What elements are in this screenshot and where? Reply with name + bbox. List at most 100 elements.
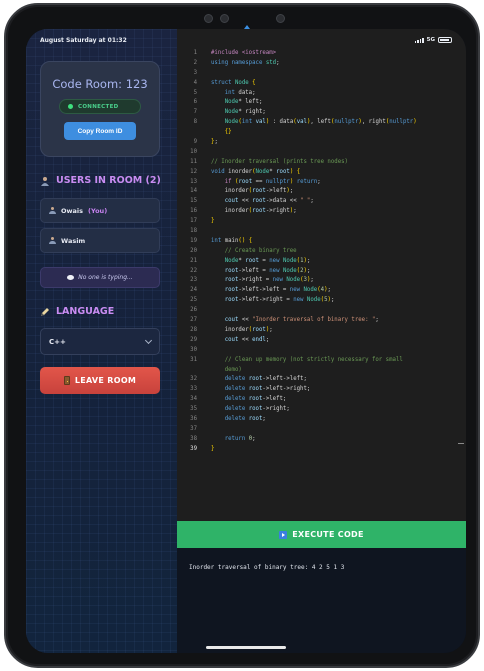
- code-line-text[interactable]: struct Node {: [197, 79, 256, 89]
- code-line[interactable]: 32 delete root->left->left;: [177, 375, 466, 385]
- code-line[interactable]: demo): [177, 366, 466, 376]
- code-line-text[interactable]: using namespace std;: [197, 59, 280, 69]
- code-line-text[interactable]: [197, 306, 211, 316]
- code-line[interactable]: 39}: [177, 445, 466, 455]
- play-icon: [279, 530, 288, 539]
- sensor-icon: [276, 14, 285, 23]
- door-icon: [63, 376, 70, 385]
- code-line-text[interactable]: [197, 425, 211, 435]
- code-line-text[interactable]: [197, 227, 211, 237]
- code-line-text[interactable]: demo): [197, 366, 242, 376]
- code-line[interactable]: 16 inorder(root->right);: [177, 207, 466, 217]
- code-line-text[interactable]: }: [197, 217, 214, 227]
- line-number: 12: [190, 168, 197, 175]
- code-line[interactable]: 12 void inorder(Node* root) {: [177, 168, 466, 178]
- code-line-text[interactable]: delete root->left->right;: [197, 385, 311, 395]
- code-line[interactable]: 23 root->right = new Node(3);: [177, 276, 466, 286]
- code-line-text[interactable]: cout << "Inorder traversal of binary tre…: [197, 316, 379, 326]
- copy-room-id-button[interactable]: Copy Room ID: [64, 122, 136, 140]
- code-line[interactable]: 9};: [177, 138, 466, 148]
- code-line[interactable]: 20 // Create binary tree: [177, 247, 466, 257]
- code-line-text[interactable]: // Create binary tree: [197, 247, 297, 257]
- code-line-text[interactable]: // Inorder traversal (prints tree nodes): [197, 158, 348, 168]
- code-line[interactable]: 34 delete root->left;: [177, 395, 466, 405]
- code-line-text[interactable]: int data;: [197, 89, 256, 99]
- code-line-text[interactable]: inorder(root->left);: [197, 187, 294, 197]
- camera-icon: [220, 14, 229, 23]
- code-line[interactable]: 38 return 0;: [177, 435, 466, 445]
- signal-icon: [414, 37, 424, 43]
- code-line[interactable]: 14 inorder(root->left);: [177, 187, 466, 197]
- code-line-text[interactable]: delete root->right;: [197, 405, 290, 415]
- code-line-text[interactable]: cout << endl;: [197, 336, 270, 346]
- code-line[interactable]: 6 Node* left;: [177, 98, 466, 108]
- users-heading: USERS IN ROOM (2): [40, 175, 161, 186]
- code-line-text[interactable]: };: [197, 138, 218, 148]
- speech-bubble-icon: [67, 275, 75, 280]
- code-line-text[interactable]: {}: [197, 128, 232, 138]
- code-line-text[interactable]: void inorder(Node* root) {: [197, 168, 300, 178]
- language-select[interactable]: C++: [40, 328, 160, 355]
- code-line-text[interactable]: delete root->left;: [197, 395, 287, 405]
- home-indicator[interactable]: [206, 646, 286, 649]
- code-line[interactable]: 28 inorder(root);: [177, 326, 466, 336]
- code-line[interactable]: 36 delete root;: [177, 415, 466, 425]
- code-line-text[interactable]: if (root == nullptr) return;: [197, 178, 321, 188]
- code-line-text[interactable]: cout << root->data << " ";: [197, 197, 314, 207]
- code-line[interactable]: 26: [177, 306, 466, 316]
- code-line-text[interactable]: delete root->left->left;: [197, 375, 307, 385]
- scrollbar-marker[interactable]: [458, 443, 464, 444]
- leave-room-button[interactable]: LEAVE ROOM: [40, 367, 160, 394]
- code-editor[interactable]: 1 #include <iostream> 2 using namespace std…: [177, 29, 466, 521]
- code-line[interactable]: 18: [177, 227, 466, 237]
- code-line-text[interactable]: Node* root = new Node(1);: [197, 257, 311, 267]
- code-line[interactable]: 10: [177, 148, 466, 158]
- code-line-text[interactable]: [197, 346, 211, 356]
- code-line[interactable]: 13 if (root == nullptr) return;: [177, 178, 466, 188]
- code-line[interactable]: 7 Node* right;: [177, 108, 466, 118]
- code-line-text[interactable]: Node* left;: [197, 98, 263, 108]
- line-number: 21: [190, 257, 197, 264]
- line-number: 36: [190, 415, 197, 422]
- code-line-text[interactable]: root->left = new Node(2);: [197, 267, 311, 277]
- code-line[interactable]: 31 // Clean up memory (not strictly nece…: [177, 356, 466, 366]
- code-line-text[interactable]: [197, 148, 211, 158]
- code-line[interactable]: 35 delete root->right;: [177, 405, 466, 415]
- code-line[interactable]: 27 cout << "Inorder traversal of binary …: [177, 316, 466, 326]
- code-line[interactable]: 4 struct Node {: [177, 79, 466, 89]
- code-line-text[interactable]: inorder(root);: [197, 326, 273, 336]
- code-line[interactable]: 15 cout << root->data << " ";: [177, 197, 466, 207]
- code-line[interactable]: 5 int data;: [177, 89, 466, 99]
- code-line[interactable]: 11// Inorder traversal (prints tree node…: [177, 158, 466, 168]
- code-line[interactable]: 37: [177, 425, 466, 435]
- execute-code-button[interactable]: EXECUTE CODE: [177, 521, 466, 548]
- code-line[interactable]: 2 using namespace std;: [177, 59, 466, 69]
- code-line-text[interactable]: root->left->left = new Node(4);: [197, 286, 331, 296]
- code-line-text[interactable]: root->left->right = new Node(5);: [197, 296, 335, 306]
- code-line-text[interactable]: }: [197, 445, 214, 455]
- code-line-text[interactable]: // Clean up memory (not strictly necessa…: [197, 356, 403, 366]
- code-line-text[interactable]: inorder(root->right);: [197, 207, 297, 217]
- code-line-text[interactable]: int main() {: [197, 237, 252, 247]
- code-line-text[interactable]: delete root;: [197, 415, 266, 425]
- code-line[interactable]: 21 Node* root = new Node(1);: [177, 257, 466, 267]
- code-line[interactable]: 25 root->left->right = new Node(5);: [177, 296, 466, 306]
- code-line[interactable]: 24 root->left->left = new Node(4);: [177, 286, 466, 296]
- code-line[interactable]: 17}: [177, 217, 466, 227]
- code-line-text[interactable]: Node* right;: [197, 108, 266, 118]
- line-number: 14: [190, 188, 197, 195]
- line-number: 31: [190, 356, 197, 363]
- code-line-text[interactable]: return 0;: [197, 435, 256, 445]
- code-lines[interactable]: 1 #include <iostream> 2 using namespace std…: [177, 49, 466, 455]
- code-line-text[interactable]: Node(int val) : data(val), left(nullptr)…: [197, 118, 417, 128]
- code-line[interactable]: 29 cout << endl;: [177, 336, 466, 346]
- code-line[interactable]: 3: [177, 69, 466, 79]
- code-line[interactable]: {}: [177, 128, 466, 138]
- code-line[interactable]: 30: [177, 346, 466, 356]
- code-line[interactable]: 8 Node(int val) : data(val), left(nullpt…: [177, 118, 466, 128]
- code-line-text[interactable]: root->right = new Node(3);: [197, 276, 314, 286]
- code-line[interactable]: 33 delete root->left->right;: [177, 385, 466, 395]
- code-line[interactable]: 22 root->left = new Node(2);: [177, 267, 466, 277]
- code-line-text[interactable]: [197, 69, 211, 79]
- code-line[interactable]: 19 int main() {: [177, 237, 466, 247]
